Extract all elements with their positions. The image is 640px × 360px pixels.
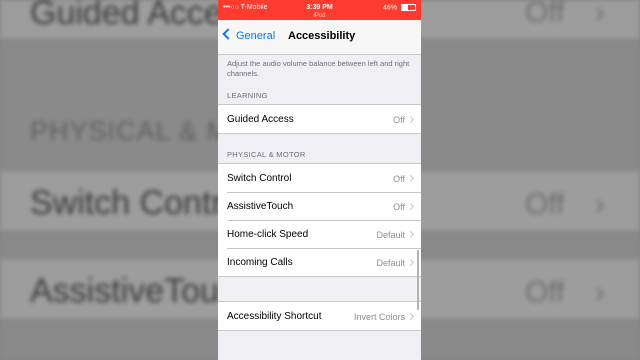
- navigation-bar: General Accessibility: [218, 20, 421, 55]
- back-button[interactable]: General: [222, 28, 276, 42]
- scrollbar[interactable]: [417, 250, 419, 310]
- section-header-learning: LEARNING: [227, 91, 268, 100]
- guided-access-row[interactable]: Guided Access Off: [218, 105, 421, 133]
- bg-chevron-icon: ›: [595, 276, 605, 309]
- row-label: Accessibility Shortcut: [227, 311, 322, 322]
- bg-value: Off: [525, 0, 565, 29]
- switch-control-row[interactable]: Switch Control Off: [218, 164, 421, 192]
- row-value: Default: [376, 230, 405, 240]
- row-label: AssistiveTouch: [227, 201, 294, 212]
- bg-value: Off: [525, 276, 565, 309]
- row-value: Off: [393, 115, 405, 125]
- battery-percent: 46%: [383, 4, 398, 12]
- row-value: Invert Colors: [353, 312, 405, 322]
- row-value: Default: [376, 258, 405, 268]
- battery-icon: [401, 4, 416, 11]
- row-value: Off: [393, 174, 405, 184]
- chevron-right-icon: [406, 230, 415, 239]
- bg-value: Off: [525, 188, 565, 221]
- physical-motor-group: Switch Control Off AssistiveTouch Off Ho…: [218, 163, 421, 277]
- learning-group: Guided Access Off: [218, 104, 421, 134]
- page-title: Accessibility: [288, 30, 356, 42]
- battery-indicator: 46%: [383, 4, 416, 11]
- balance-description: Adjust the audio volume balance between …: [227, 59, 410, 78]
- chevron-right-icon: [406, 202, 415, 211]
- row-label: Switch Control: [227, 173, 292, 184]
- bg-label: Switch Control: [30, 184, 250, 222]
- phone-screen: •••○○ T-Mobile 3:39 PM iPod 46% General …: [218, 0, 421, 360]
- bg-chevron-icon: ›: [595, 0, 605, 29]
- status-app-label: iPod: [313, 13, 326, 19]
- chevron-right-icon: [406, 115, 415, 124]
- bg-chevron-icon: ›: [595, 188, 605, 221]
- home-click-speed-row[interactable]: Home-click Speed Default: [218, 220, 421, 248]
- incoming-calls-row[interactable]: Incoming Calls Default: [218, 248, 421, 276]
- row-label: Guided Access: [227, 114, 294, 125]
- row-value: Off: [393, 202, 405, 212]
- section-header-physical-motor: PHYSICAL & MOTOR: [227, 150, 306, 159]
- status-bar: •••○○ T-Mobile 3:39 PM iPod 46%: [218, 0, 421, 20]
- accessibility-shortcut-row[interactable]: Accessibility Shortcut Invert Colors: [218, 302, 421, 330]
- chevron-right-icon: [406, 258, 415, 267]
- row-label: Incoming Calls: [227, 257, 293, 268]
- assistivetouch-row[interactable]: AssistiveTouch Off: [218, 192, 421, 220]
- shortcut-group: Accessibility Shortcut Invert Colors: [218, 301, 421, 331]
- chevron-right-icon: [406, 174, 415, 183]
- row-label: Home-click Speed: [227, 229, 309, 240]
- chevron-right-icon: [406, 312, 415, 321]
- chevron-left-icon: [222, 28, 234, 40]
- back-label: General: [236, 30, 276, 42]
